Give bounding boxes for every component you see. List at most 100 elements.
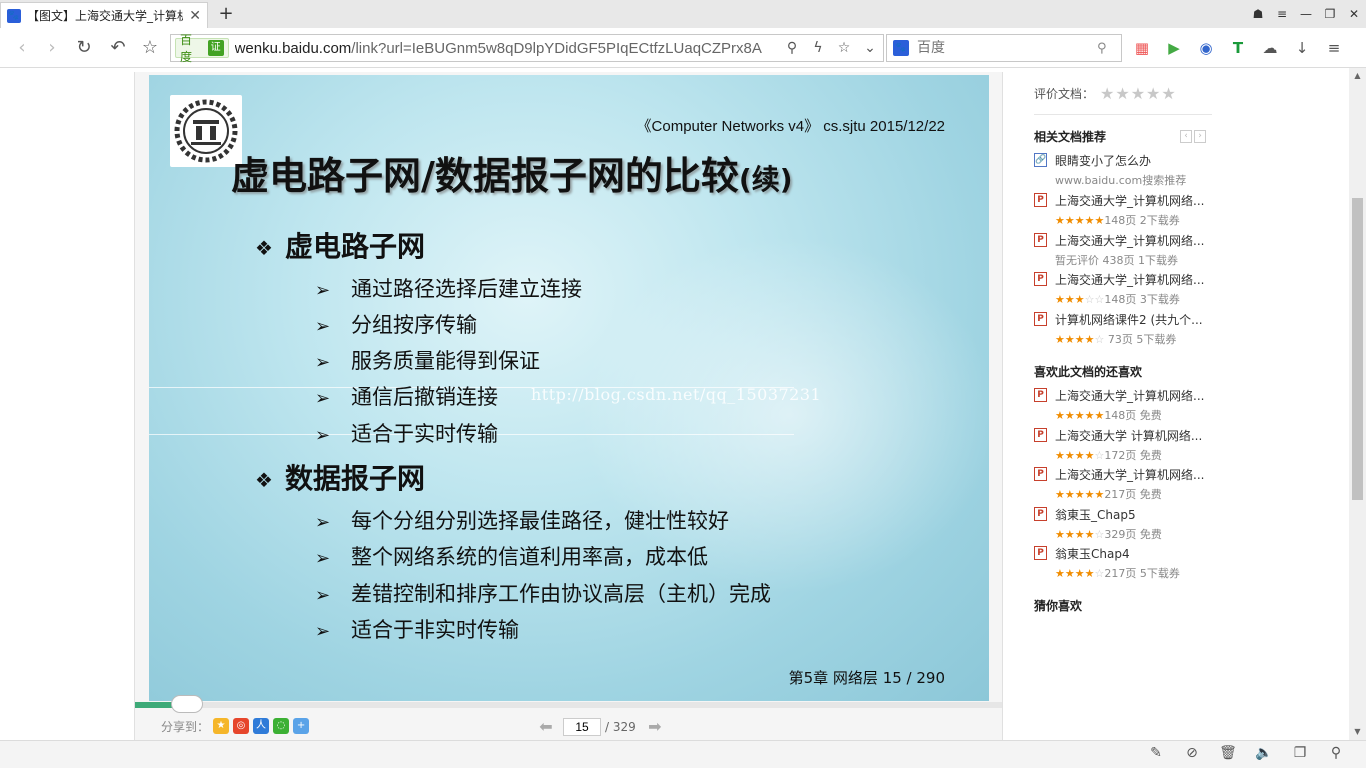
- link-icon: 🔗: [1034, 153, 1047, 167]
- arrow-bullet-icon: ➢: [315, 548, 331, 569]
- pin-icon[interactable]: ✎: [1138, 745, 1174, 761]
- forward-arrow-icon[interactable]: ›: [40, 36, 64, 60]
- rating-stars: ★★★★★: [1055, 488, 1105, 501]
- back-arrow-icon[interactable]: ‹: [10, 36, 34, 60]
- security-t-icon[interactable]: T: [1226, 36, 1250, 60]
- qzone-star-icon[interactable]: ★: [213, 718, 230, 734]
- search-box[interactable]: 🐾 ⚲: [886, 34, 1122, 62]
- doc-meta: ★★★★☆329页 免费: [1055, 528, 1162, 541]
- arrow-bullet-icon: ➢: [315, 425, 331, 446]
- renren-icon[interactable]: 人: [253, 718, 270, 734]
- prev-icon[interactable]: ‹: [1180, 130, 1192, 143]
- chevron-down-icon[interactable]: ⌄: [857, 40, 883, 56]
- close-window-icon[interactable]: ✕: [1342, 0, 1366, 28]
- scroll-thumb[interactable]: [1352, 198, 1363, 500]
- rating-stars-input[interactable]: ★★★★★: [1100, 84, 1177, 103]
- doc-title[interactable]: 上海交通大学_计算机网络...: [1055, 232, 1213, 249]
- reading-progress-bar[interactable]: [135, 702, 1002, 708]
- ppt-file-icon: P: [1034, 428, 1047, 442]
- doc-meta: ★★★★★148页 2下载券: [1055, 214, 1180, 227]
- url-text[interactable]: wenku.baidu.com/link?url=IeBUGnm5w8qD9lp…: [235, 40, 779, 57]
- slide-header: 《Computer Networks v4》 cs.sjtu 2015/12/2…: [636, 118, 945, 135]
- rating-stars: ★★★★★: [1055, 409, 1105, 422]
- minimize-icon[interactable]: —: [1294, 0, 1318, 28]
- site-badge-label: 百度: [180, 33, 193, 64]
- more-share-plus-icon[interactable]: +: [293, 718, 310, 734]
- guess-you-like-title: 猜你喜欢: [1034, 599, 1083, 613]
- tab-close-icon[interactable]: ✕: [189, 8, 201, 24]
- related-docs-title: 相关文档推荐: [1034, 130, 1107, 144]
- apps-grid-icon[interactable]: ▦: [1130, 36, 1154, 60]
- maximize-icon[interactable]: ❐: [1318, 0, 1342, 28]
- slide: 《Computer Networks v4》 cs.sjtu 2015/12/2…: [149, 75, 989, 701]
- download-icon[interactable]: ↓: [1290, 36, 1314, 60]
- diamond-bullet-icon: ❖: [255, 468, 273, 492]
- arrow-bullet-icon: ➢: [315, 621, 331, 642]
- diamond-bullet-icon: ❖: [255, 236, 273, 260]
- page-number-input[interactable]: [563, 717, 601, 736]
- doc-title[interactable]: 上海交通大学_计算机网络...: [1055, 466, 1213, 483]
- undo-icon[interactable]: ↶: [106, 36, 130, 60]
- lightning-icon[interactable]: ϟ: [805, 40, 831, 56]
- weibo-icon[interactable]: ◎: [233, 718, 250, 734]
- doc-title[interactable]: 眼睛变小了怎么办: [1055, 152, 1213, 169]
- site-verify-badge[interactable]: 百度 证: [175, 33, 229, 64]
- window-icon[interactable]: ❐: [1282, 745, 1318, 761]
- search-icon[interactable]: ⚲: [1097, 41, 1107, 56]
- arrow-bullet-icon: ➢: [315, 280, 331, 301]
- reload-icon[interactable]: ↻: [72, 36, 96, 60]
- next-icon[interactable]: ›: [1194, 130, 1206, 143]
- prev-page-arrow-icon[interactable]: ⬅: [535, 717, 557, 736]
- section-heading: ❖ 虚电路子网: [255, 230, 426, 263]
- arrow-bullet-icon: ➢: [315, 512, 331, 533]
- shield-icon[interactable]: ◉: [1194, 36, 1218, 60]
- volume-icon[interactable]: 🔈: [1246, 745, 1282, 761]
- doc-title[interactable]: 翁東玉Chap4: [1055, 545, 1213, 562]
- trash-icon[interactable]: 🗑: [1210, 745, 1246, 761]
- tab-strip: 🐾 【图文】上海交通大学_计算机网络 ✕ + ☗ ≡ — ❐ ✕: [0, 0, 1366, 28]
- menu-icon[interactable]: ≡: [1270, 0, 1294, 28]
- doc-title[interactable]: 上海交通大学_计算机网络...: [1055, 271, 1213, 288]
- baidu-paw-icon[interactable]: 🐾: [893, 40, 909, 56]
- arrow-bullet-icon: ➢: [315, 316, 331, 337]
- page-scrollbar[interactable]: ▲ ▼: [1349, 68, 1366, 740]
- ppt-file-icon: P: [1034, 312, 1047, 326]
- favorite-star-icon[interactable]: ☆: [831, 40, 857, 56]
- bookmark-star-icon[interactable]: ☆: [138, 36, 162, 60]
- zoom-search-icon[interactable]: ⚲: [1318, 745, 1354, 761]
- status-bar: ✎ ⊘ 🗑 🔈 ❐ ⚲: [0, 740, 1366, 768]
- ppt-file-icon: P: [1034, 233, 1047, 247]
- tab-active[interactable]: 🐾 【图文】上海交通大学_计算机网络 ✕: [0, 2, 208, 28]
- progress-handle[interactable]: [171, 695, 203, 713]
- bullet-item: ➢ 差错控制和排序工作由协议高层（主机）完成: [315, 582, 771, 606]
- pin-icon[interactable]: ☗: [1246, 0, 1270, 28]
- search-input[interactable]: [917, 40, 1097, 56]
- cloud-icon[interactable]: ☁: [1258, 36, 1282, 60]
- viewer-footer: 分享到： ★ ◎ 人 ◌ + ⬅ / 329 ➡: [135, 712, 1002, 740]
- doc-title[interactable]: 上海交通大学 计算机网络...: [1055, 427, 1213, 444]
- next-page-arrow-icon[interactable]: ➡: [644, 717, 666, 736]
- doc-meta: ★★★★☆217页 5下载券: [1055, 567, 1180, 580]
- search-icon[interactable]: ⚲: [779, 40, 805, 56]
- doc-meta: ★★★☆☆148页 3下载券: [1055, 293, 1180, 306]
- url-path: /link?url=IeBUGnm5w8qD9lpYDidGF5PIqECtfz…: [351, 39, 762, 57]
- ppt-file-icon: P: [1034, 467, 1047, 481]
- address-bar[interactable]: 百度 证 wenku.baidu.com/link?url=IeBUGnm5w8…: [170, 33, 884, 64]
- doc-meta: ★★★★★217页 免费: [1055, 488, 1162, 501]
- scroll-down-icon[interactable]: ▼: [1349, 724, 1366, 740]
- tab-title: 【图文】上海交通大学_计算机网络: [27, 9, 184, 23]
- share-label: 分享到：: [161, 719, 210, 734]
- wechat-icon[interactable]: ◌: [273, 718, 290, 734]
- new-tab-button[interactable]: +: [216, 3, 236, 25]
- hamburger-menu-icon[interactable]: ≡: [1322, 36, 1346, 60]
- scroll-up-icon[interactable]: ▲: [1349, 68, 1366, 84]
- compass-icon[interactable]: ⊘: [1174, 745, 1210, 761]
- doc-title[interactable]: 计算机网络课件2 (共九个...: [1055, 311, 1213, 328]
- rate-label: 评价文档：: [1034, 87, 1095, 101]
- doc-title[interactable]: 上海交通大学_计算机网络...: [1055, 192, 1213, 209]
- doc-title[interactable]: 翁東玉_Chap5: [1055, 506, 1213, 523]
- share-icons: ★ ◎ 人 ◌ +: [213, 718, 313, 734]
- bullet-item: ➢ 整个网络系统的信道利用率高，成本低: [315, 545, 708, 569]
- video-icon[interactable]: ▶: [1162, 36, 1186, 60]
- doc-title[interactable]: 上海交通大学_计算机网络...: [1055, 387, 1213, 404]
